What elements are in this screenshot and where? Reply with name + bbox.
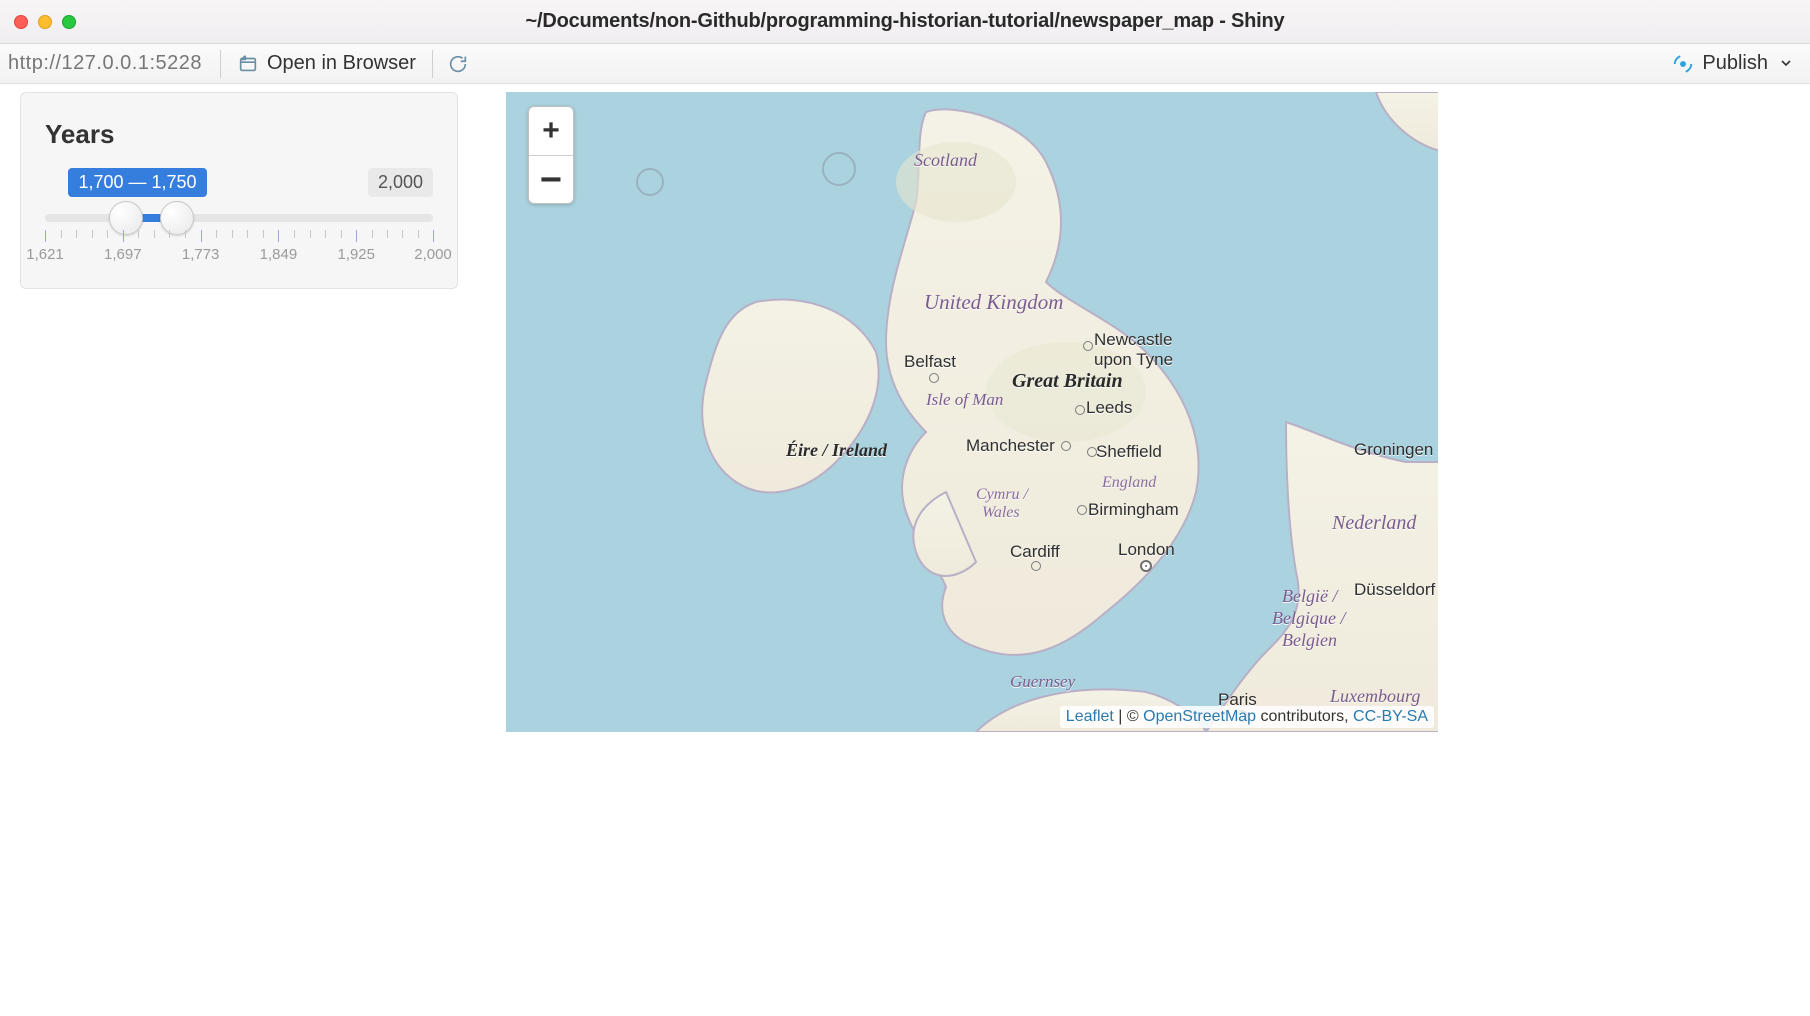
map-city-dot-london xyxy=(1140,560,1152,572)
map-label-ireland: Éire / Ireland xyxy=(786,440,887,461)
zoom-in-button[interactable]: + xyxy=(529,107,573,155)
attrib-sep1: | © xyxy=(1114,708,1143,725)
slider-max-badge: 2,000 xyxy=(368,168,433,197)
slider-track[interactable] xyxy=(45,208,433,228)
slider-tick-label: 1,773 xyxy=(182,246,220,263)
map-city-groningen: Groningen xyxy=(1354,440,1433,460)
map-city-birmingham: Birmingham xyxy=(1088,500,1179,520)
map-label-gb: Great Britain xyxy=(1012,370,1123,393)
map-label-nederland: Nederland xyxy=(1332,512,1416,535)
reload-icon xyxy=(447,53,469,75)
slider-tick-labels: 1,6211,6971,7731,8491,9252,000 xyxy=(45,246,433,266)
map-label-belgie-1: België / xyxy=(1282,586,1337,607)
attrib-leaflet-link[interactable]: Leaflet xyxy=(1066,708,1114,725)
open-in-browser-label: Open in Browser xyxy=(267,52,416,75)
map-viewport[interactable]: Scotland United Kingdom Great Britain Is… xyxy=(506,92,1438,732)
map-label-belgie-2: Belgique / xyxy=(1272,608,1345,629)
slider-tick-label: 1,925 xyxy=(337,246,375,263)
map-city-leeds: Leeds xyxy=(1086,398,1132,418)
publish-label: Publish xyxy=(1702,52,1768,75)
years-slider[interactable]: 1,700 — 1,750 2,000 1,6211,6971,7731,849… xyxy=(45,168,433,264)
map-label-uk: United Kingdom xyxy=(924,290,1063,315)
map-label-belgie-3: Belgien xyxy=(1282,630,1337,651)
publish-caret-icon xyxy=(1780,52,1792,75)
open-in-browser-icon xyxy=(237,53,259,75)
map-label-guernsey: Guernsey xyxy=(1010,672,1075,692)
map-city-dot-manchester xyxy=(1061,441,1071,451)
map-extra-circle xyxy=(636,168,664,196)
map-city-dot-cardiff xyxy=(1031,561,1041,571)
slider-tick-label: 2,000 xyxy=(414,246,452,263)
toolbar-separator xyxy=(220,50,221,78)
map-city-newcastle-1: Newcastle xyxy=(1094,330,1172,350)
window-titlebar: ~/Documents/non-Github/programming-histo… xyxy=(0,0,1810,44)
map-city-sheffield: Sheffield xyxy=(1096,442,1162,462)
publish-button[interactable]: Publish xyxy=(1666,48,1798,79)
app-toolbar: http://127.0.0.1:5228 Open in Browser xyxy=(0,44,1810,84)
map-city-dot-birmingham xyxy=(1077,505,1087,515)
minimize-window-button[interactable] xyxy=(38,15,52,29)
open-in-browser-button[interactable]: Open in Browser xyxy=(231,48,422,79)
slider-rail xyxy=(45,214,433,222)
app-url: http://127.0.0.1:5228 xyxy=(8,52,210,75)
toolbar-separator xyxy=(432,50,433,78)
app-body: Years 1,700 — 1,750 2,000 1,621 1,697 1,77… xyxy=(0,84,1810,1016)
window-controls xyxy=(14,15,76,29)
map-label-lux: Luxembourg xyxy=(1330,686,1420,707)
maximize-window-button[interactable] xyxy=(62,15,76,29)
map-label-wales-2: Wales xyxy=(982,504,1020,522)
attrib-license-link[interactable]: CC-BY-SA xyxy=(1353,708,1428,725)
map-attribution: Leaflet | © OpenStreetMap contributors, … xyxy=(1060,706,1434,728)
map-city-cardiff: Cardiff xyxy=(1010,542,1060,562)
slider-tick-label: 1,849 xyxy=(260,246,298,263)
map-extra-circle xyxy=(822,152,856,186)
slider-tick-label: 1,697 xyxy=(104,246,142,263)
map-label-england: England xyxy=(1102,474,1156,492)
reload-button[interactable] xyxy=(443,49,473,79)
map-label-iom: Isle of Man xyxy=(926,390,1003,410)
map-city-dot-belfast xyxy=(929,373,939,383)
slider-ruler xyxy=(45,230,433,242)
map-city-newcastle-2: upon Tyne xyxy=(1094,350,1173,370)
attrib-osm-link[interactable]: OpenStreetMap xyxy=(1143,708,1256,725)
map-city-dusseldorf: Düsseldorf xyxy=(1354,580,1435,600)
slider-tooltip: 1,700 — 1,750 xyxy=(68,168,206,197)
map-label-scotland: Scotland xyxy=(914,150,977,171)
map-city-london: London xyxy=(1118,540,1175,560)
map-label-wales-1: Cymru / xyxy=(976,486,1028,504)
zoom-out-button[interactable]: − xyxy=(529,155,573,203)
close-window-button[interactable] xyxy=(14,15,28,29)
slider-label: Years xyxy=(45,119,433,150)
map-city-dot-leeds xyxy=(1075,405,1085,415)
map-city-dot-newcastle xyxy=(1083,341,1093,351)
map-city-dot-sheffield xyxy=(1087,447,1097,457)
map-city-manchester: Manchester xyxy=(966,436,1055,456)
map-city-belfast: Belfast xyxy=(904,352,956,372)
sidebar-panel: Years 1,700 — 1,750 2,000 1,621 1,697 1,77… xyxy=(20,92,458,289)
publish-icon xyxy=(1672,53,1694,75)
window-title: ~/Documents/non-Github/programming-histo… xyxy=(526,10,1285,33)
map-zoom-control: + − xyxy=(528,106,574,204)
slider-tick-label: 1,621 xyxy=(26,246,64,263)
attrib-contrib: contributors, xyxy=(1256,708,1353,725)
